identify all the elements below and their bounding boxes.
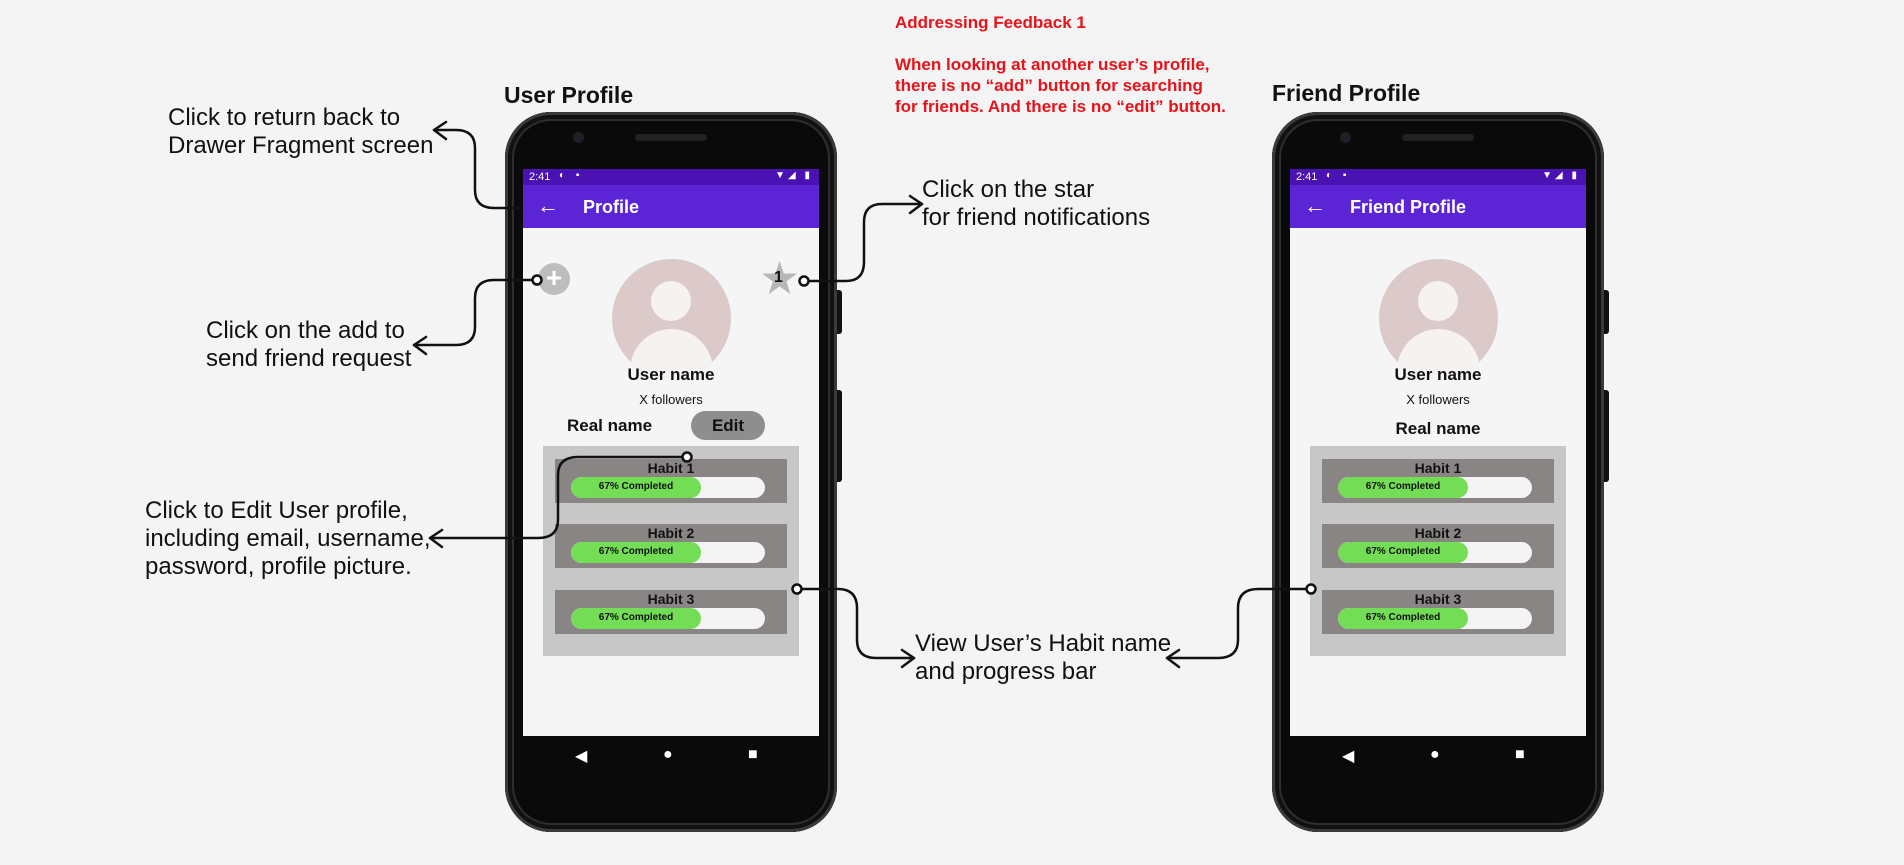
connector-add: [412, 278, 539, 347]
connector-return: [432, 128, 524, 210]
connector-dot: [531, 274, 543, 286]
connector-dot: [1305, 583, 1317, 595]
connector-dot: [681, 451, 693, 463]
annotation-connectors: [412, 120, 1317, 669]
connector-habits-user: [795, 587, 916, 660]
connector-edit: [428, 455, 689, 540]
connector-star: [802, 202, 924, 283]
connector-habits-friend: [1165, 587, 1313, 660]
connector-dot: [798, 275, 810, 287]
connector-dot: [791, 583, 803, 595]
